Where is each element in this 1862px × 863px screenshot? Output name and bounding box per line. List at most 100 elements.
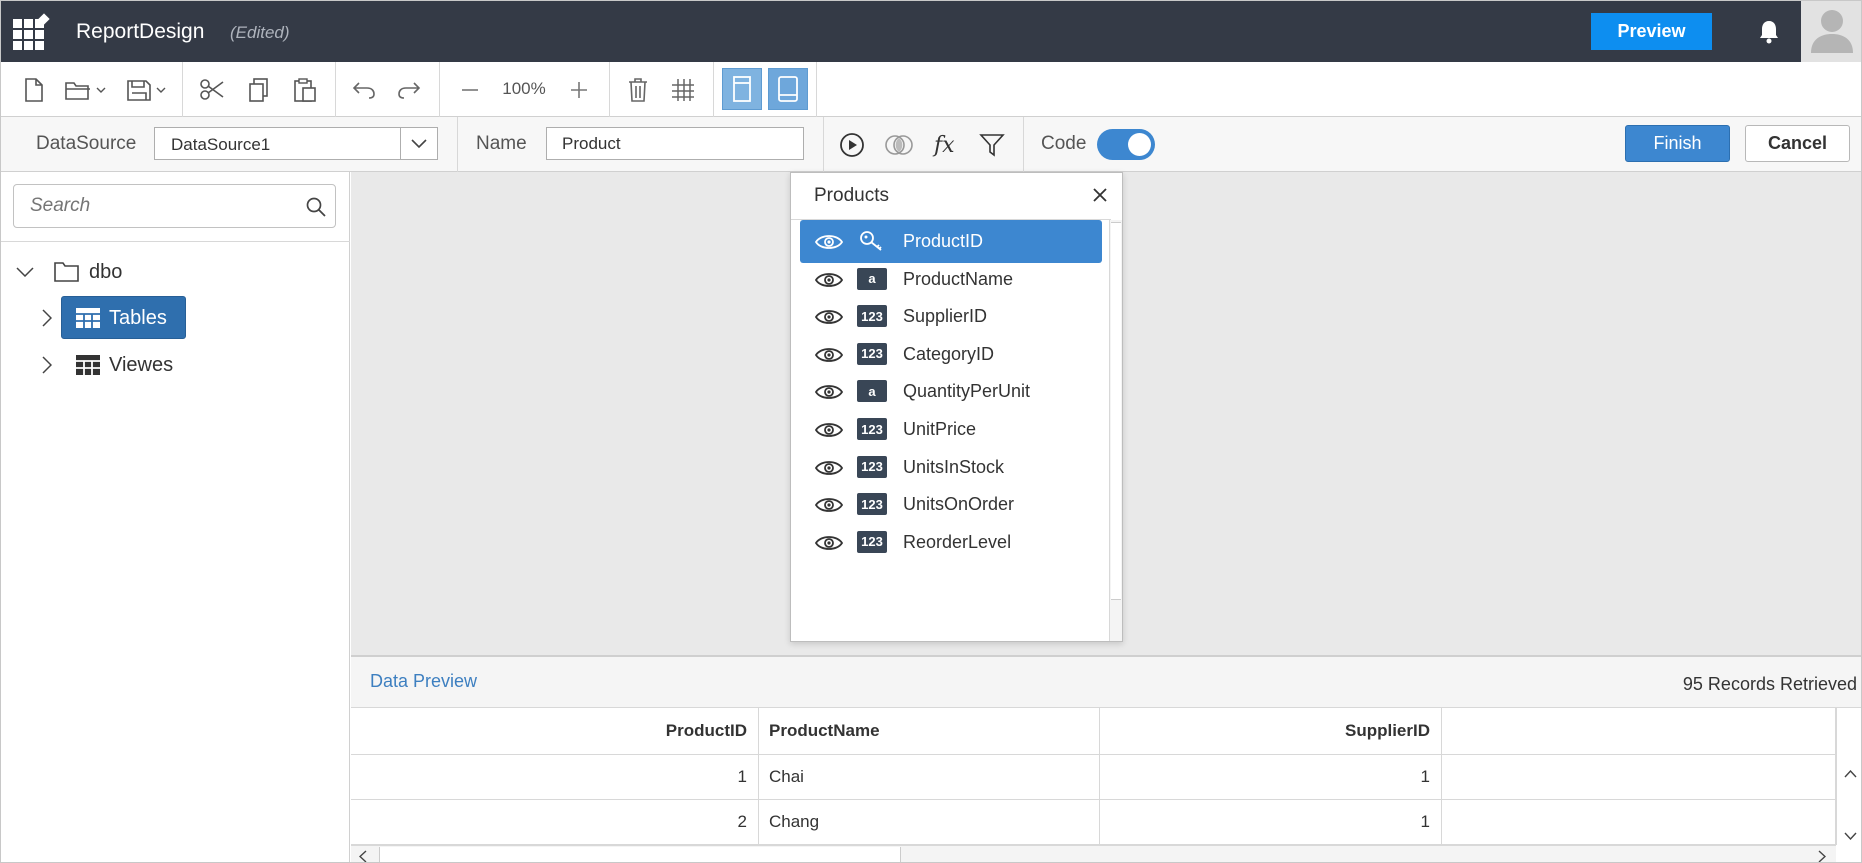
redo-icon[interactable]	[394, 75, 424, 105]
schema-explorer-panel: dbo	[1, 172, 350, 862]
code-toggle[interactable]	[1097, 129, 1155, 160]
delete-icon[interactable]	[623, 75, 653, 105]
field-row-categoryid[interactable]: 123 CategoryID	[800, 333, 1102, 376]
table-cell: 2	[351, 800, 759, 844]
apps-grid-icon[interactable]	[13, 13, 51, 51]
grid-lines-icon[interactable]	[668, 75, 698, 105]
column-header[interactable]: ProductName	[759, 708, 1100, 754]
string-type-icon: a	[857, 267, 887, 290]
scrollbar-thumb[interactable]	[379, 847, 901, 862]
table-cell	[1442, 800, 1836, 844]
chevron-left-icon[interactable]	[359, 850, 367, 863]
zoom-out-icon[interactable]	[455, 75, 485, 105]
table-cell: 1	[1100, 755, 1442, 799]
open-folder-icon[interactable]	[63, 75, 109, 105]
column-header[interactable]: ProductID	[351, 708, 759, 754]
table-cell: 1	[1100, 800, 1442, 844]
app-title: ReportDesign	[76, 20, 205, 43]
tablet-view-button[interactable]	[768, 68, 808, 110]
datasource-label: DataSource	[36, 133, 137, 154]
new-file-icon[interactable]	[19, 75, 49, 105]
number-type-icon: 123	[857, 530, 887, 553]
products-table-panel[interactable]: Products ProductID a ProductName 123 Supplie…	[790, 172, 1123, 642]
notification-bell-icon[interactable]	[1757, 19, 1781, 45]
eye-visibility-icon[interactable]	[814, 344, 844, 366]
field-row-reorderlevel[interactable]: 123 ReorderLevel	[800, 521, 1102, 564]
folder-icon	[54, 262, 79, 282]
tree-label-dbo: dbo	[89, 260, 123, 283]
column-header[interactable]	[1442, 708, 1836, 754]
close-icon[interactable]	[1090, 185, 1110, 205]
field-name: CategoryID	[903, 343, 995, 364]
cancel-button[interactable]: Cancel	[1745, 125, 1850, 162]
eye-visibility-icon[interactable]	[814, 381, 844, 403]
chevron-down-icon[interactable]	[1844, 832, 1857, 840]
chevron-right-icon[interactable]	[37, 308, 57, 328]
number-type-icon: 123	[857, 305, 887, 328]
paste-icon[interactable]	[290, 75, 320, 105]
data-preview-panel: Data Preview 95 Records Retrieved Produc…	[351, 655, 1861, 863]
tablet-view-icon	[778, 76, 798, 102]
field-row-quantityperunit[interactable]: a QuantityPerUnit	[800, 370, 1102, 413]
column-header[interactable]: SupplierID	[1100, 708, 1442, 754]
eye-visibility-icon[interactable]	[814, 532, 844, 554]
search-icon[interactable]	[305, 196, 327, 218]
field-name: ReorderLevel	[903, 531, 1012, 552]
field-name: UnitsOnOrder	[903, 494, 1015, 515]
eye-visibility-icon[interactable]	[814, 231, 844, 253]
tree-node-viewes[interactable]: Viewes	[37, 345, 173, 385]
eye-visibility-icon[interactable]	[814, 457, 844, 479]
eye-visibility-icon[interactable]	[814, 419, 844, 441]
finish-button[interactable]: Finish	[1625, 125, 1730, 162]
main-toolbar: 100%	[1, 62, 1861, 117]
chevron-up-icon[interactable]	[1844, 770, 1857, 778]
field-row-unitprice[interactable]: 123 UnitPrice	[800, 408, 1102, 451]
table-cell: 1	[351, 755, 759, 799]
eye-visibility-icon[interactable]	[814, 306, 844, 328]
grid-header-row: ProductID ProductName SupplierID	[351, 708, 1836, 755]
query-name-input[interactable]	[546, 127, 804, 160]
schema-search[interactable]	[13, 184, 336, 228]
field-row-productname[interactable]: a ProductName	[800, 258, 1102, 301]
table-cell: Chai	[759, 755, 1100, 799]
field-row-supplierid[interactable]: 123 SupplierID	[800, 295, 1102, 338]
table-row[interactable]: 1 Chai 1	[351, 755, 1836, 800]
code-label: Code	[1041, 133, 1087, 154]
products-scrollbar[interactable]	[1109, 220, 1122, 641]
chevron-right-icon[interactable]	[1818, 850, 1826, 863]
join-icon[interactable]	[884, 130, 914, 160]
eye-visibility-icon[interactable]	[814, 269, 844, 291]
toggle-knob	[1128, 133, 1151, 156]
grid-vertical-scrollbar[interactable]	[1836, 708, 1861, 845]
user-avatar-icon	[1811, 10, 1853, 53]
chevron-down-icon[interactable]	[15, 262, 35, 282]
undo-icon[interactable]	[349, 75, 379, 105]
app-header: ReportDesign (Edited) Preview	[1, 1, 1861, 62]
zoom-in-icon[interactable]	[564, 75, 594, 105]
cut-icon[interactable]	[197, 75, 227, 105]
user-avatar[interactable]	[1801, 1, 1861, 62]
chevron-down-icon[interactable]	[400, 128, 437, 159]
eye-visibility-icon[interactable]	[814, 494, 844, 516]
run-query-icon[interactable]	[837, 130, 867, 160]
expression-fx-icon[interactable]: fx	[931, 130, 961, 160]
page-view-button[interactable]	[722, 68, 762, 110]
search-input[interactable]	[14, 185, 294, 227]
table-icon	[76, 308, 100, 328]
save-icon[interactable]	[125, 75, 171, 105]
table-row[interactable]: 2 Chang 1	[351, 800, 1836, 845]
products-table-title: Products	[814, 185, 889, 206]
grid-horizontal-scrollbar[interactable]	[351, 845, 1836, 863]
chevron-right-icon[interactable]	[37, 355, 57, 375]
field-name: SupplierID	[903, 306, 988, 327]
field-name: UnitPrice	[903, 419, 977, 439]
field-row-unitsonorder[interactable]: 123 UnitsOnOrder	[800, 483, 1102, 526]
preview-button[interactable]: Preview	[1591, 13, 1712, 50]
datasource-dropdown[interactable]: DataSource1	[154, 127, 438, 160]
tree-node-tables[interactable]: Tables	[37, 298, 167, 338]
copy-icon[interactable]	[244, 75, 274, 105]
field-row-unitsinstock[interactable]: 123 UnitsInStock	[800, 446, 1102, 489]
tree-node-dbo[interactable]: dbo	[15, 252, 122, 292]
field-row-productid[interactable]: ProductID	[800, 220, 1102, 263]
filter-icon[interactable]	[977, 130, 1007, 160]
